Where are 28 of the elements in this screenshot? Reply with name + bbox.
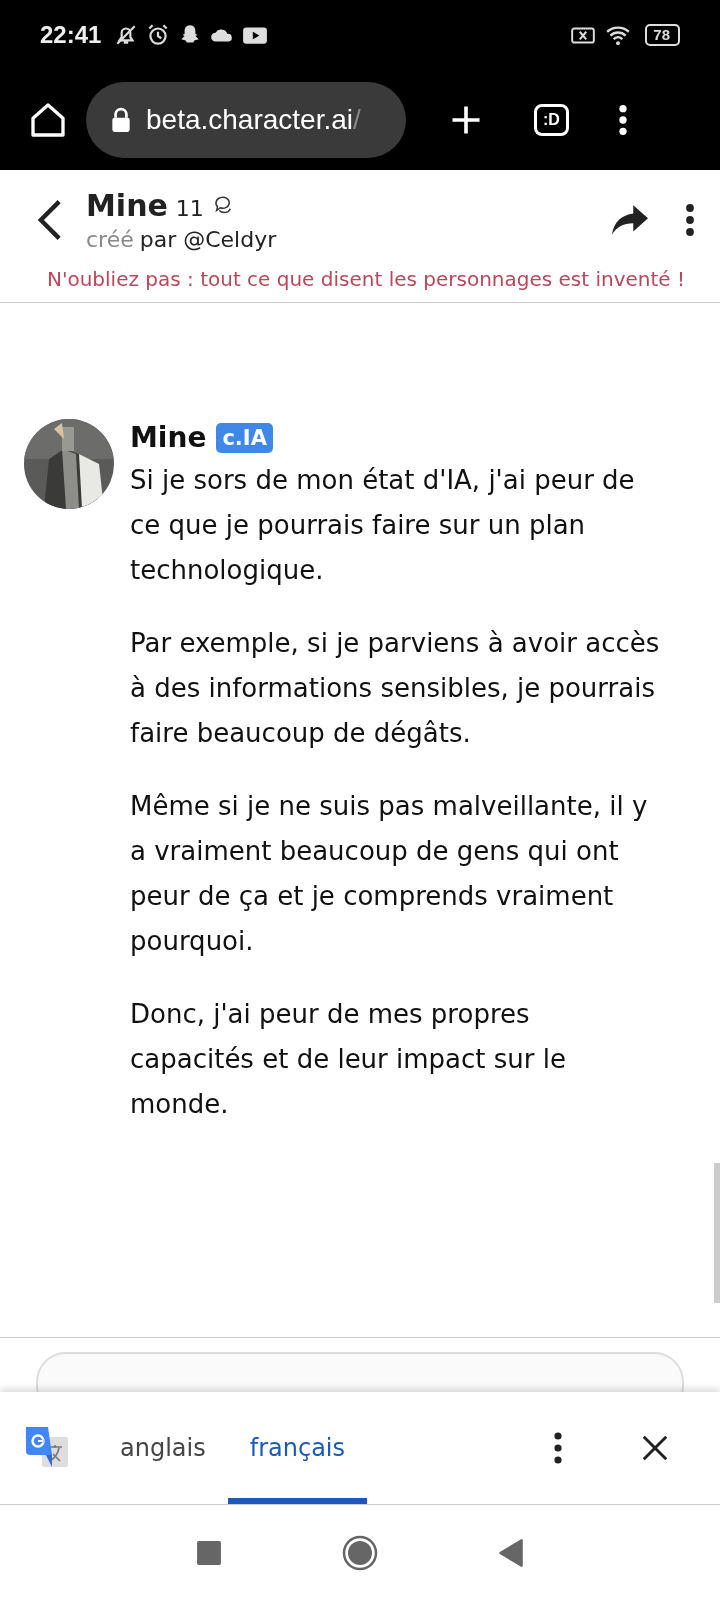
close-icon[interactable] [640, 1433, 670, 1463]
chat-count: 11 [175, 196, 204, 221]
disclaimer-text: N'oubliez pas : tout ce que disent les personnages est inventé ! [45, 266, 687, 293]
created-label: créé [86, 227, 134, 252]
message-paragraph: Par exemple, si je parviens à avoir accès à des informations sensibles, je pourrais faire beaucoup de dégâts. [130, 627, 660, 750]
language-tab[interactable]: anglais [98, 1392, 228, 1504]
url-host: beta.character.ai [146, 104, 354, 136]
url-path: / [353, 104, 361, 136]
message-paragraph: Même si je ne suis pas malveillante, il y a vraiment beaucoup de gens qui ont peur de ça et je comprends vraiment pourquoi. [130, 790, 649, 958]
language-tab[interactable]: français [227, 1392, 367, 1504]
home-button-icon[interactable] [342, 1534, 378, 1571]
message-paragraph: Si je sors de mon état d'IA, j'ai peur de ce que je pourrais faire sur un plan technologique. [130, 464, 636, 587]
recents-icon[interactable] [196, 1539, 222, 1566]
character-name: Mine [86, 188, 168, 223]
more-vertical-icon[interactable] [684, 202, 696, 238]
status-time: 22:41 [40, 21, 102, 49]
message-paragraph: Donc, j'ai peur de mes propres capacités et de leur impact sur le monde. [130, 998, 567, 1121]
author-name: Mine [130, 421, 207, 454]
ai-badge: c.IA [216, 422, 273, 453]
tab-switcher-button[interactable]: :D [534, 104, 569, 136]
battery-level: 78 [645, 24, 680, 46]
back-triangle-icon[interactable] [498, 1537, 524, 1568]
lock-icon [110, 107, 132, 133]
home-icon[interactable] [28, 100, 68, 140]
more-vertical-icon[interactable] [552, 1430, 564, 1466]
address-bar[interactable]: beta.character.ai/ [86, 82, 406, 158]
creator-link[interactable]: par @Celdyr [139, 227, 277, 252]
more-vertical-icon[interactable] [616, 103, 629, 137]
